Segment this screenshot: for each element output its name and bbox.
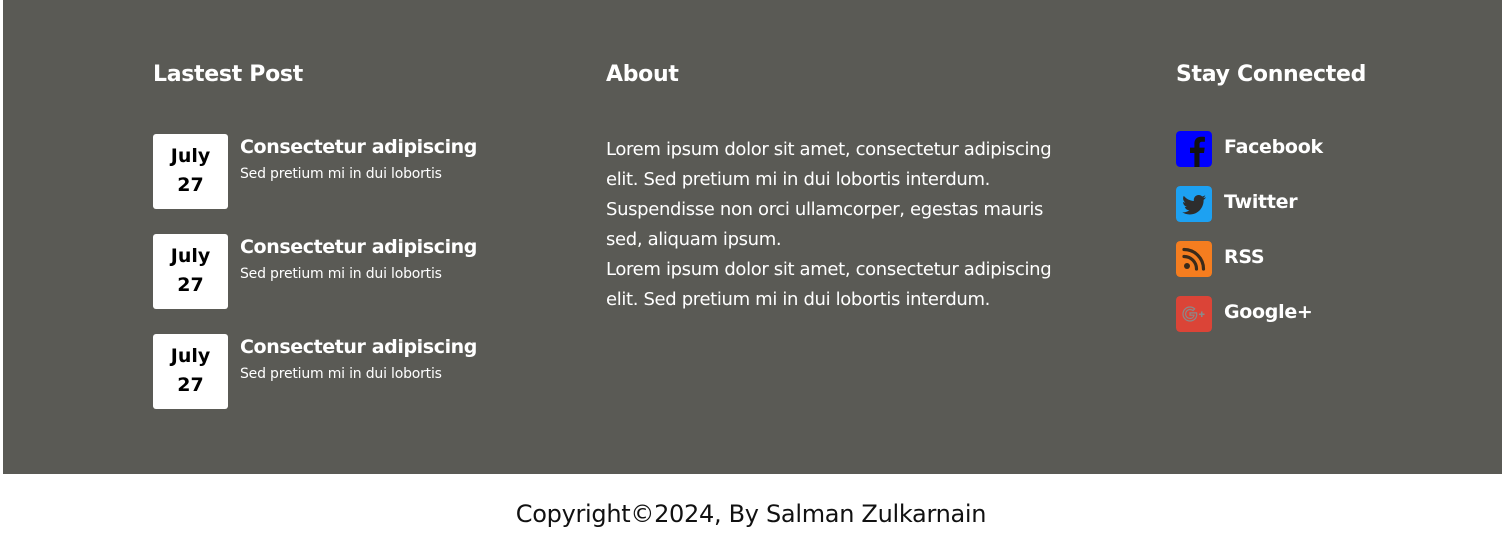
post-date-day: 27 xyxy=(177,374,204,396)
copyright-text: Copyright©2024, By Salman Zulkarnain xyxy=(515,500,987,528)
post-date-day: 27 xyxy=(177,174,204,196)
social-link-rss[interactable]: RSS xyxy=(1176,241,1476,277)
post-date-badge: July 27 xyxy=(153,334,228,409)
about-heading: About xyxy=(606,62,679,87)
post-subtitle: Sed pretium mi in dui lobortis xyxy=(240,166,442,182)
post-date-badge: July 27 xyxy=(153,134,228,209)
post-date-badge: July 27 xyxy=(153,234,228,309)
post-date-month: July xyxy=(170,345,211,367)
social-label: Facebook xyxy=(1224,136,1323,158)
about-paragraph: Lorem ipsum dolor sit amet, consectetur … xyxy=(606,259,1052,310)
rss-icon xyxy=(1176,241,1212,277)
latest-post-heading: Lastest Post xyxy=(153,62,303,87)
social-link-twitter[interactable]: Twitter xyxy=(1176,186,1476,222)
site-footer: Lastest Post July 27 Consectetur adipisc… xyxy=(3,0,1502,474)
post-item[interactable]: July 27 Consectetur adipiscing Sed preti… xyxy=(153,334,553,409)
social-link-google-plus[interactable]: Google+ xyxy=(1176,296,1476,332)
about-text: Lorem ipsum dolor sit amet, consectetur … xyxy=(606,135,1066,315)
stay-connected-heading: Stay Connected xyxy=(1176,62,1367,87)
social-link-facebook[interactable]: Facebook xyxy=(1176,131,1476,167)
twitter-icon xyxy=(1176,186,1212,222)
social-label: RSS xyxy=(1224,246,1265,268)
post-title-link[interactable]: Consectetur adipiscing xyxy=(240,236,477,258)
post-item[interactable]: July 27 Consectetur adipiscing Sed preti… xyxy=(153,234,553,309)
post-title-link[interactable]: Consectetur adipiscing xyxy=(240,336,477,358)
post-date-month: July xyxy=(170,145,211,167)
about-paragraph: Lorem ipsum dolor sit amet, consectetur … xyxy=(606,139,1052,250)
post-title-link[interactable]: Consectetur adipiscing xyxy=(240,136,477,158)
social-label: Twitter xyxy=(1224,191,1298,213)
post-date-month: July xyxy=(170,245,211,267)
social-label: Google+ xyxy=(1224,301,1313,323)
post-item[interactable]: July 27 Consectetur adipiscing Sed preti… xyxy=(153,134,553,209)
post-date-day: 27 xyxy=(177,274,204,296)
post-subtitle: Sed pretium mi in dui lobortis xyxy=(240,366,442,382)
facebook-icon xyxy=(1176,131,1212,167)
post-subtitle: Sed pretium mi in dui lobortis xyxy=(240,266,442,282)
google-plus-icon xyxy=(1176,296,1212,332)
